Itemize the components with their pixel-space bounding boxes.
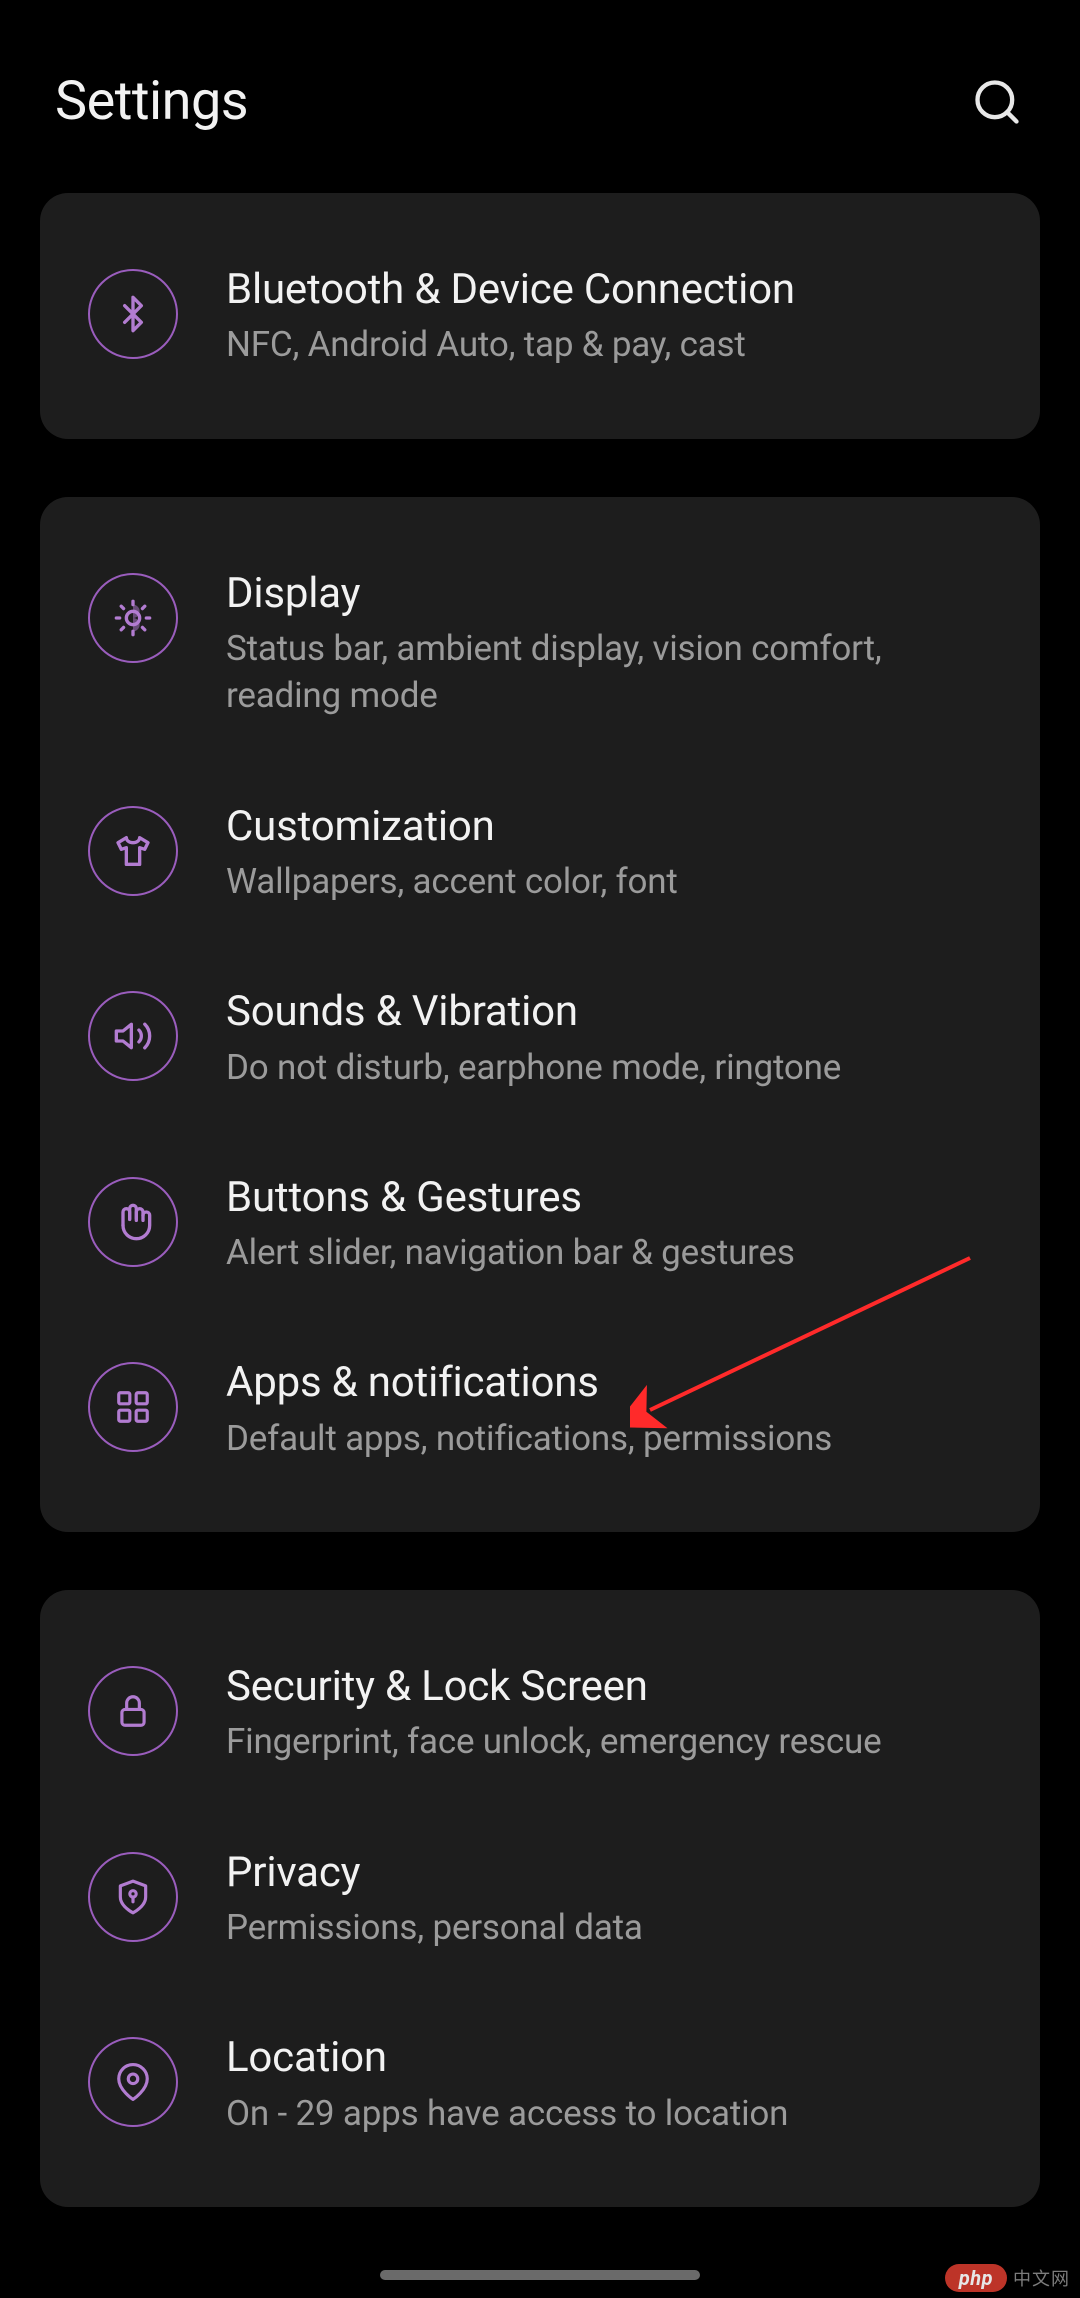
shield-key-icon	[88, 1852, 178, 1942]
row-texts: Privacy Permissions, personal data	[226, 1846, 992, 1952]
row-texts: Apps & notifications Default apps, notif…	[226, 1356, 992, 1462]
lock-icon	[88, 1666, 178, 1756]
security-lock-screen-row[interactable]: Security & Lock Screen Fingerprint, face…	[40, 1620, 1040, 1806]
display-row[interactable]: Display Status bar, ambient display, vis…	[40, 527, 1040, 760]
row-subtitle: NFC, Android Auto, tap & pay, cast	[226, 321, 986, 368]
row-title: Customization	[226, 802, 992, 852]
row-title: Location	[226, 2033, 992, 2083]
buttons-gestures-row[interactable]: Buttons & Gestures Alert slider, navigat…	[40, 1131, 1040, 1317]
row-subtitle: Alert slider, navigation bar & gestures	[226, 1229, 986, 1276]
watermark: php 中文网	[945, 2264, 1070, 2292]
row-title: Bluetooth & Device Connection	[226, 265, 992, 315]
location-pin-icon	[88, 2037, 178, 2127]
row-title: Display	[226, 569, 992, 619]
row-title: Apps & notifications	[226, 1358, 992, 1408]
tshirt-icon	[88, 806, 178, 896]
watermark-text: 中文网	[1013, 2265, 1070, 2291]
navigation-handle[interactable]	[380, 2270, 700, 2280]
row-subtitle: Permissions, personal data	[226, 1904, 986, 1951]
row-texts: Display Status bar, ambient display, vis…	[226, 567, 992, 720]
settings-group-privacy: Security & Lock Screen Fingerprint, face…	[40, 1590, 1040, 2207]
apps-notifications-row[interactable]: Apps & notifications Default apps, notif…	[40, 1316, 1040, 1502]
row-subtitle: On - 29 apps have access to location	[226, 2090, 986, 2137]
bluetooth-icon	[88, 269, 178, 359]
apps-grid-icon	[88, 1362, 178, 1452]
location-row[interactable]: Location On - 29 apps have access to loc…	[40, 1991, 1040, 2177]
settings-group-connection: Bluetooth & Device Connection NFC, Andro…	[40, 193, 1040, 439]
watermark-brand: php	[945, 2264, 1007, 2292]
row-texts: Security & Lock Screen Fingerprint, face…	[226, 1660, 992, 1766]
display-icon	[88, 573, 178, 663]
settings-content[interactable]: Bluetooth & Device Connection NFC, Andro…	[0, 193, 1080, 2298]
row-texts: Sounds & Vibration Do not disturb, earph…	[226, 985, 992, 1091]
bluetooth-device-connection-row[interactable]: Bluetooth & Device Connection NFC, Andro…	[40, 223, 1040, 409]
row-title: Sounds & Vibration	[226, 987, 992, 1037]
row-title: Security & Lock Screen	[226, 1662, 992, 1712]
row-texts: Bluetooth & Device Connection NFC, Andro…	[226, 263, 992, 369]
row-subtitle: Wallpapers, accent color, font	[226, 858, 986, 905]
row-texts: Location On - 29 apps have access to loc…	[226, 2031, 992, 2137]
search-icon	[971, 76, 1023, 128]
row-title: Privacy	[226, 1848, 992, 1898]
customization-row[interactable]: Customization Wallpapers, accent color, …	[40, 760, 1040, 946]
settings-screen: Settings Bluetooth & Device Connection N…	[0, 0, 1080, 2298]
page-title: Settings	[55, 70, 248, 133]
sounds-vibration-row[interactable]: Sounds & Vibration Do not disturb, earph…	[40, 945, 1040, 1131]
speaker-icon	[88, 991, 178, 1081]
row-subtitle: Default apps, notifications, permissions	[226, 1415, 986, 1462]
row-subtitle: Fingerprint, face unlock, emergency resc…	[226, 1718, 986, 1765]
row-texts: Buttons & Gestures Alert slider, navigat…	[226, 1171, 992, 1277]
privacy-row[interactable]: Privacy Permissions, personal data	[40, 1806, 1040, 1992]
row-title: Buttons & Gestures	[226, 1173, 992, 1223]
row-texts: Customization Wallpapers, accent color, …	[226, 800, 992, 906]
search-button[interactable]	[969, 74, 1025, 130]
row-subtitle: Status bar, ambient display, vision comf…	[226, 625, 986, 720]
settings-header: Settings	[0, 0, 1080, 193]
gesture-icon	[88, 1177, 178, 1267]
row-subtitle: Do not disturb, earphone mode, ringtone	[226, 1044, 986, 1091]
settings-group-device: Display Status bar, ambient display, vis…	[40, 497, 1040, 1532]
